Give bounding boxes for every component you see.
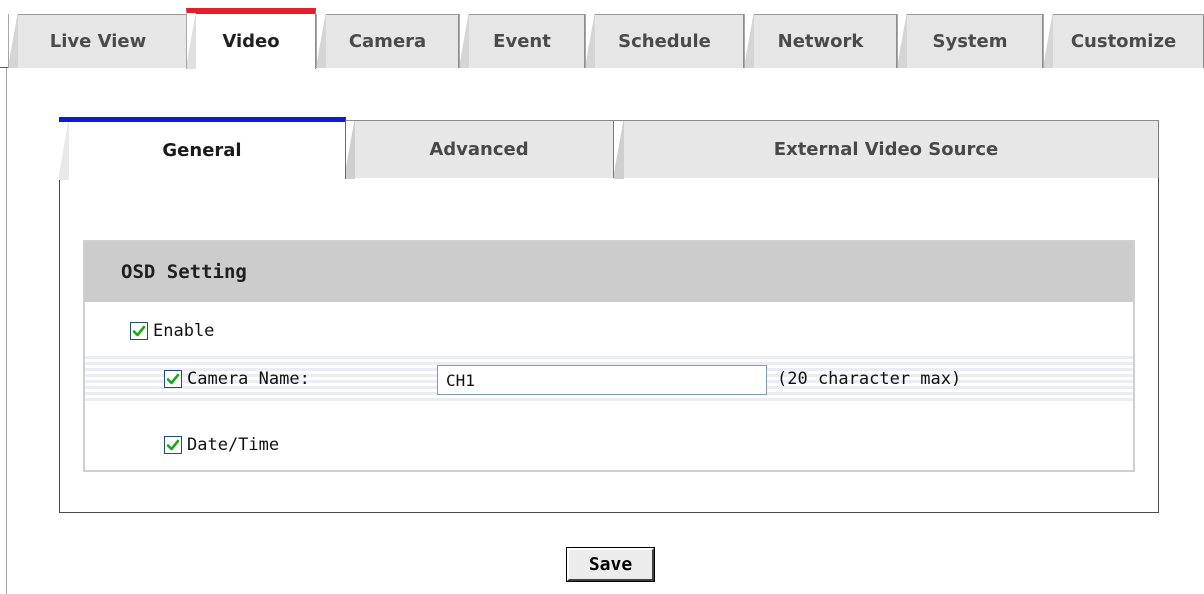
tab-label: External Video Source bbox=[773, 139, 999, 160]
camera-name-label: Camera Name: bbox=[187, 369, 310, 389]
tab-schedule[interactable]: Schedule bbox=[585, 14, 744, 68]
tab-fold bbox=[459, 14, 469, 68]
tab-label: System bbox=[932, 31, 1008, 52]
main-tab-bar: Live View Video Camera Event Schedule Ne… bbox=[0, 0, 1204, 80]
tab-label: Event bbox=[493, 31, 551, 52]
camera-name-hint: (20 character max) bbox=[777, 369, 962, 389]
date-time-checkbox[interactable] bbox=[164, 436, 182, 454]
tab-label: Live View bbox=[49, 31, 147, 52]
enable-label: Enable bbox=[153, 321, 215, 341]
tab-label: Advanced bbox=[429, 139, 529, 160]
content-left-border bbox=[6, 68, 7, 594]
enable-checkbox[interactable] bbox=[130, 322, 148, 340]
tab-label: Schedule bbox=[618, 31, 711, 52]
tab-label: General bbox=[162, 140, 242, 161]
tab-fold bbox=[345, 121, 355, 179]
camera-name-row: Camera Name: (20 character max) bbox=[85, 356, 1133, 402]
tab-label: Video bbox=[222, 31, 280, 52]
subtab-external-video-source[interactable]: External Video Source bbox=[614, 120, 1159, 179]
subtab-general[interactable]: General bbox=[59, 117, 346, 180]
tab-network[interactable]: Network bbox=[744, 14, 897, 68]
check-icon bbox=[166, 439, 180, 451]
date-time-row: Date/Time bbox=[85, 422, 1133, 468]
tab-event[interactable]: Event bbox=[459, 14, 585, 68]
tab-fold bbox=[59, 122, 69, 180]
tab-label: Camera bbox=[348, 31, 427, 52]
tab-fold bbox=[186, 13, 196, 69]
camera-name-checkbox[interactable] bbox=[164, 370, 182, 388]
save-button[interactable]: Save bbox=[566, 547, 655, 582]
tab-customize[interactable]: Customize bbox=[1043, 14, 1204, 68]
tab-system[interactable]: System bbox=[897, 14, 1043, 68]
check-icon bbox=[132, 325, 146, 337]
tab-video[interactable]: Video bbox=[186, 8, 316, 69]
osd-setting-section: OSD Setting Enable Camera Name: (20 char… bbox=[83, 240, 1135, 472]
video-settings-page: Live View Video Camera Event Schedule Ne… bbox=[0, 0, 1204, 594]
tab-fold bbox=[897, 14, 907, 68]
check-icon bbox=[166, 373, 180, 385]
tab-live-view[interactable]: Live View bbox=[8, 14, 188, 68]
tab-fold bbox=[316, 14, 326, 68]
tab-label: Network bbox=[777, 31, 864, 52]
camera-name-input[interactable] bbox=[437, 365, 767, 395]
tab-label: Customize bbox=[1070, 31, 1177, 52]
date-time-label: Date/Time bbox=[187, 435, 280, 455]
enable-row: Enable bbox=[85, 308, 1133, 354]
tab-fold bbox=[614, 121, 624, 179]
tab-fold bbox=[1043, 14, 1053, 68]
tab-fold bbox=[744, 14, 754, 68]
subtab-advanced[interactable]: Advanced bbox=[345, 120, 614, 179]
section-title: OSD Setting bbox=[85, 242, 1133, 302]
tab-fold bbox=[8, 14, 18, 68]
tab-fold bbox=[585, 14, 595, 68]
tab-camera[interactable]: Camera bbox=[316, 14, 459, 68]
